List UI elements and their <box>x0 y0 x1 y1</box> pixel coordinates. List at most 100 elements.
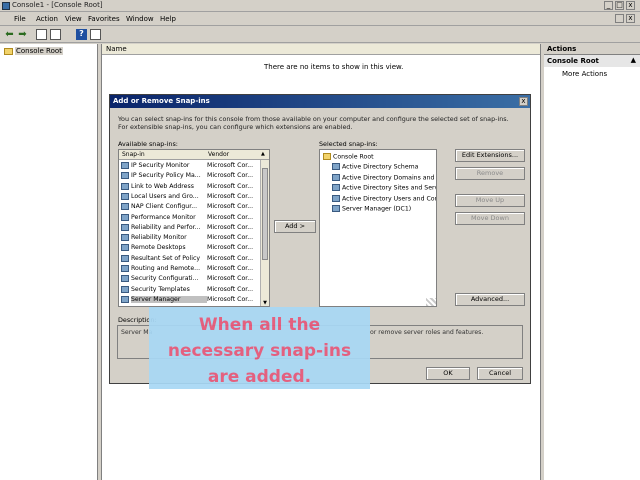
collapse-arrow-icon[interactable]: ▲ <box>631 56 636 64</box>
list-item[interactable]: Local Users and Gro... Microsoft Cor... <box>119 192 259 202</box>
list-item[interactable]: Security Templates Microsoft Cor... <box>119 285 259 295</box>
scroll-down-arrow-icon[interactable]: ▼ <box>261 299 269 306</box>
selected-snapin-item[interactable]: Active Directory Sites and Serv <box>332 184 436 194</box>
snapin-vendor: Microsoft Cor... <box>207 172 254 180</box>
list-item[interactable]: Server Manager Microsoft Cor... <box>119 295 259 305</box>
menu-file[interactable]: File <box>14 15 26 23</box>
list-item[interactable]: IP Security Policy Ma... Microsoft Cor... <box>119 171 259 181</box>
move-up-button[interactable]: Move Up <box>455 194 525 207</box>
snapin-icon <box>121 254 129 262</box>
column-header-snapin[interactable]: Snap-in <box>122 151 145 158</box>
snapin-vendor: Microsoft Cor... <box>207 254 254 262</box>
menu-view[interactable]: View <box>65 15 82 23</box>
dialog-titlebar: Add or Remove Snap-ins x <box>110 95 530 108</box>
mmc-app-icon <box>2 2 10 10</box>
minimize-button[interactable]: _ <box>604 1 613 10</box>
snapin-name: Local Users and Gro... <box>131 192 199 200</box>
list-item[interactable]: Reliability Monitor Microsoft Cor... <box>119 233 259 243</box>
help-icon[interactable]: ? <box>76 29 87 40</box>
tree-item-console-root[interactable]: Console Root <box>4 47 63 55</box>
snapin-name: Security Templates <box>131 285 190 293</box>
list-item[interactable]: Routing and Remote... Microsoft Cor... <box>119 264 259 274</box>
menu-favorites[interactable]: Favorites <box>88 15 120 23</box>
snapin-icon <box>121 306 129 307</box>
selected-snapins-label: Selected snap-ins: <box>319 140 378 148</box>
snapin-icon <box>332 163 340 170</box>
advanced-button[interactable]: Advanced... <box>455 293 525 306</box>
snapin-name: Performance Monitor <box>131 213 196 221</box>
selected-snapin-label: Active Directory Schema <box>342 163 419 171</box>
window-title: Console1 - [Console Root] <box>12 1 103 9</box>
list-item[interactable]: Reliability and Perfor... Microsoft Cor..… <box>119 223 259 233</box>
menu-help[interactable]: Help <box>160 15 176 23</box>
snapin-vendor: Microsoft Cor... <box>207 203 254 211</box>
snapin-icon <box>332 173 340 181</box>
snapin-icon <box>332 205 340 212</box>
callout-text: When all the necessary snap-ins are adde… <box>149 312 370 390</box>
mdi-restore-button[interactable] <box>615 14 624 23</box>
selected-snapins-tree[interactable]: Console Root Active Directory Schema Acti… <box>319 149 437 307</box>
list-item[interactable]: Remote Desktops Microsoft Cor... <box>119 243 259 253</box>
list-item[interactable]: Resultant Set of Policy Microsoft Cor... <box>119 254 259 264</box>
snapin-icon <box>121 295 129 303</box>
remove-button[interactable]: Remove <box>455 167 525 180</box>
scrollbar-thumb[interactable] <box>262 168 268 260</box>
list-item[interactable]: NAP Client Configur... Microsoft Cor... <box>119 202 259 212</box>
close-button[interactable]: x <box>626 1 635 10</box>
ok-button[interactable]: OK <box>426 367 470 380</box>
console-tree: Console Root <box>0 44 98 480</box>
list-item[interactable]: Security Configurati... Microsoft Cor... <box>119 274 259 284</box>
console-tree-toggle-icon[interactable] <box>36 29 47 40</box>
list-item[interactable]: Performance Monitor Microsoft Cor... <box>119 213 259 223</box>
dialog-description: You can select snap-ins for this console… <box>118 115 509 131</box>
column-header-name[interactable]: Name <box>102 44 540 55</box>
column-header-vendor[interactable]: Vendor <box>208 151 229 158</box>
snapin-icon <box>332 184 340 191</box>
selected-snapin-label: Server Manager (DC1) <box>342 205 412 213</box>
selected-snapin-item[interactable]: Server Manager (DC1) <box>332 205 411 215</box>
snapin-icon <box>121 192 129 200</box>
cancel-button[interactable]: Cancel <box>477 367 523 380</box>
back-arrow-icon[interactable]: ⬅ <box>4 29 15 40</box>
snapin-vendor: Microsoft Cor... <box>207 192 254 200</box>
available-snapins-list[interactable]: Snap-in Vendor ▲ IP Security Monitor Micr… <box>118 149 270 307</box>
selected-root-label: Console Root <box>333 153 374 161</box>
resize-grip-icon <box>426 298 436 306</box>
selected-snapin-item[interactable]: Active Directory Schema <box>332 163 418 173</box>
maximize-button[interactable]: □ <box>615 1 624 10</box>
menu-window[interactable]: Window <box>126 15 154 23</box>
dialog-close-button[interactable]: x <box>519 97 528 106</box>
actions-header: Actions <box>544 44 640 55</box>
scroll-up-arrow-icon[interactable]: ▲ <box>261 151 265 157</box>
list-item[interactable]: IP Security Monitor Microsoft Cor... <box>119 161 259 171</box>
actions-section-console-root[interactable]: Console Root ▲ <box>544 55 640 67</box>
selected-snapin-label: Active Directory Users and Com <box>342 195 437 202</box>
mdi-close-button[interactable]: x <box>626 14 635 23</box>
snapin-vendor: Microsoft Cor... <box>207 213 254 221</box>
menu-action[interactable]: Action <box>36 15 58 23</box>
snapin-icon <box>121 213 129 221</box>
action-pane-toggle-icon[interactable] <box>90 29 101 40</box>
move-down-button[interactable]: Move Down <box>455 212 525 225</box>
snapin-name: Server Manager <box>131 295 207 303</box>
edit-extensions-button[interactable]: Edit Extensions... <box>455 149 525 162</box>
add-button[interactable]: Add > <box>274 220 316 233</box>
list-item[interactable]: Link to Web Address Microsoft Cor... <box>119 182 259 192</box>
selected-snapin-item[interactable]: Active Directory Users and Com <box>332 194 437 205</box>
available-list-scrollbar[interactable]: ▼ <box>260 160 269 306</box>
description-text-right: or remove server roles and features. <box>370 329 484 336</box>
selected-snapin-item[interactable]: Active Directory Domains and <box>332 173 435 184</box>
snapin-icon <box>121 162 129 169</box>
snapin-vendor: Microsoft Cor... <box>207 223 254 231</box>
snapin-icon <box>121 244 129 252</box>
show-hide-icon[interactable] <box>50 29 61 40</box>
tree-item-label: Console Root <box>15 47 63 55</box>
snapin-icon <box>121 265 129 272</box>
selected-root[interactable]: Console Root <box>323 153 374 163</box>
window-titlebar: Console1 - [Console Root] _ □ x <box>0 0 640 12</box>
forward-arrow-icon[interactable]: ➡ <box>17 29 28 40</box>
snapin-name: Resultant Set of Policy <box>131 254 201 262</box>
selected-snapin-label: Active Directory Domains and <box>342 174 435 181</box>
description-text-left: Server Ma <box>121 329 153 336</box>
more-actions-link[interactable]: More Actions <box>544 67 640 81</box>
